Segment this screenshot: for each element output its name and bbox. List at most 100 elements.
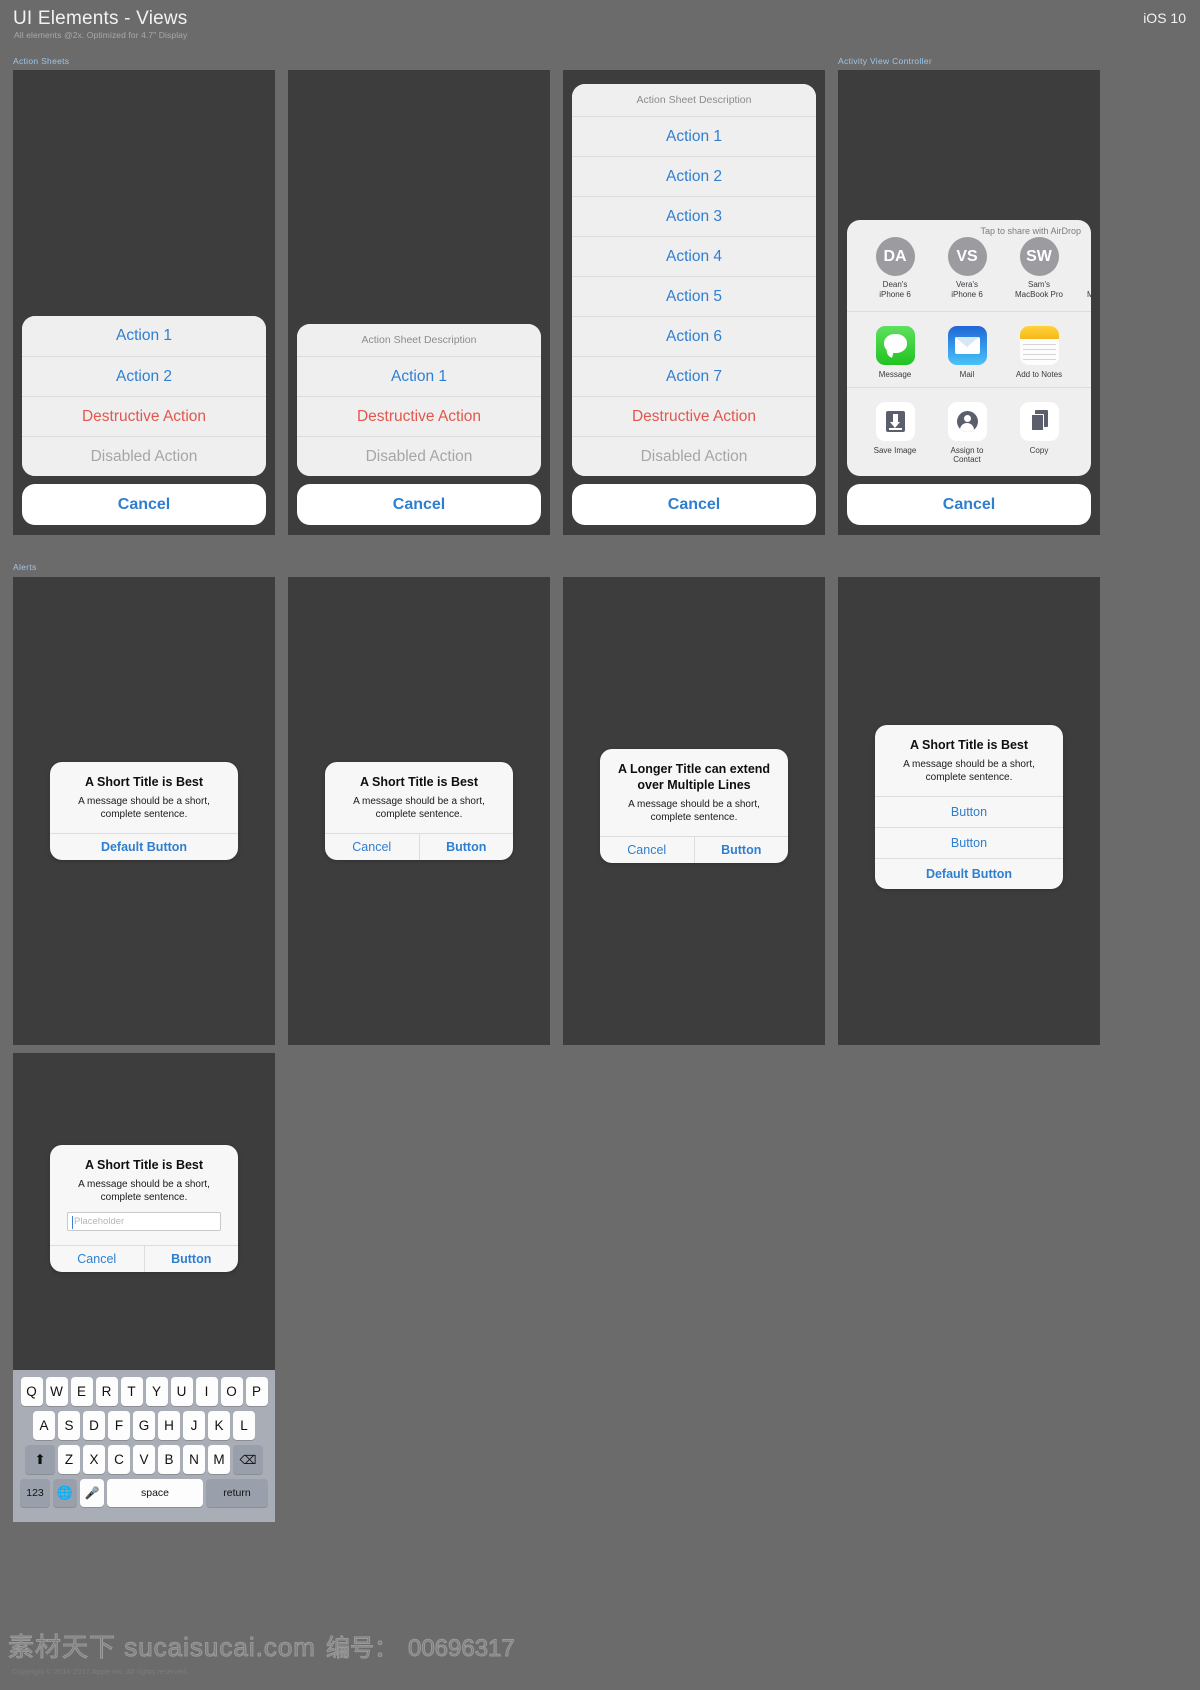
- alert-4-default-button[interactable]: Default Button: [875, 857, 1063, 889]
- alert-4-button-0[interactable]: Button: [875, 795, 1063, 827]
- key-o[interactable]: O: [220, 1377, 243, 1406]
- key-x[interactable]: X: [83, 1445, 105, 1474]
- device-alert-5: A Short Title is Best A message should b…: [13, 1053, 275, 1370]
- key-v[interactable]: V: [133, 1445, 155, 1474]
- numbers-key[interactable]: 123: [20, 1479, 50, 1507]
- activity-view-cancel-button[interactable]: Cancel: [847, 484, 1091, 525]
- airdrop-item-3[interactable]: KA Katie'sMacBook Pro: [1085, 237, 1091, 300]
- mic-icon[interactable]: 🎤: [80, 1479, 104, 1507]
- action-sheet-1-cancel-button[interactable]: Cancel: [22, 484, 266, 525]
- airdrop-item-0[interactable]: DA Dean's iPhone 6: [869, 237, 921, 300]
- globe-icon[interactable]: 🌐: [53, 1479, 77, 1507]
- key-b[interactable]: B: [158, 1445, 180, 1474]
- activity-view-controller: Tap to share with AirDrop DA Dean's iPhon…: [847, 220, 1091, 476]
- share-action-save-image[interactable]: Save Image: [869, 402, 921, 464]
- alert-5-title: A Short Title is Best: [84, 1158, 204, 1172]
- action-sheet-3-row-1[interactable]: Action 2: [572, 156, 816, 196]
- alert-4-button-1[interactable]: Button: [875, 826, 1063, 858]
- space-key[interactable]: space: [107, 1479, 203, 1507]
- key-l[interactable]: L: [233, 1411, 255, 1440]
- keyboard-row-1: Q W E R T Y U I O P: [13, 1370, 275, 1406]
- action-sheet-3-row-3[interactable]: Action 4: [572, 236, 816, 276]
- airdrop-item-1[interactable]: VS Vera's iPhone 6: [941, 237, 993, 300]
- alert-2-cancel-button[interactable]: Cancel: [325, 834, 419, 860]
- action-sheet-3-row-6[interactable]: Action 7: [572, 356, 816, 396]
- share-app-notes[interactable]: Add to Notes: [1013, 326, 1065, 379]
- action-sheet-2-cancel-button[interactable]: Cancel: [297, 484, 541, 525]
- key-r[interactable]: R: [95, 1377, 118, 1406]
- copyright-text: Copyright © 2016-2017 Apple Inc. All rig…: [12, 1667, 189, 1676]
- key-e[interactable]: E: [70, 1377, 93, 1406]
- action-sheet-2-row-0[interactable]: Action 1: [297, 356, 541, 396]
- share-action-generic[interactable]: Action: [1085, 402, 1091, 464]
- action-sheet-1-group: Action 1 Action 2 Destructive Action Dis…: [22, 316, 266, 476]
- action-sheet-1: Action 1 Action 2 Destructive Action Dis…: [22, 316, 266, 525]
- alert-3-confirm-button[interactable]: Button: [693, 836, 789, 863]
- key-w[interactable]: W: [45, 1377, 68, 1406]
- keyboard-row-4: 123 🌐 🎤 space return: [13, 1474, 275, 1507]
- alert-2-confirm-button[interactable]: Button: [418, 833, 514, 860]
- key-i[interactable]: I: [195, 1377, 218, 1406]
- key-m[interactable]: M: [208, 1445, 230, 1474]
- keyboard-row-2: A S D F G H J K L: [13, 1406, 275, 1440]
- key-u[interactable]: U: [170, 1377, 193, 1406]
- action-sheet-3-group: Action Sheet Description Action 1 Action…: [572, 84, 816, 476]
- airdrop-label-0: Dean's iPhone 6: [879, 280, 911, 299]
- share-apps-row: Message Mail Add to Notes: [847, 312, 1091, 388]
- share-action-assign-contact[interactable]: Assign to Contact: [941, 402, 993, 464]
- action-sheet-1-row-0[interactable]: Action 1: [22, 316, 266, 356]
- alert-2-title: A Short Title is Best: [359, 775, 479, 789]
- action-sheet-1-row-3: Disabled Action: [22, 436, 266, 476]
- action-sheet-1-row-2[interactable]: Destructive Action: [22, 396, 266, 436]
- share-app-mail[interactable]: Mail: [941, 326, 993, 379]
- alert-5-actions: Cancel Button: [50, 1244, 239, 1272]
- action-sheet-3-row-4[interactable]: Action 5: [572, 276, 816, 316]
- action-sheet-3-row-5[interactable]: Action 6: [572, 316, 816, 356]
- action-sheet-3-cancel-button[interactable]: Cancel: [572, 484, 816, 525]
- action-sheet-3-row-0[interactable]: Action 1: [572, 116, 816, 156]
- device-action-sheet-2: Action Sheet Description Action 1 Destru…: [288, 70, 550, 535]
- alert-5-placeholder: Placeholder: [74, 1215, 125, 1227]
- alert-5-text-field[interactable]: Placeholder: [67, 1211, 221, 1231]
- alert-4-message: A message should be a short, complete sen…: [903, 758, 1035, 783]
- key-s[interactable]: S: [58, 1411, 80, 1440]
- delete-key-icon[interactable]: ⌫: [233, 1445, 263, 1474]
- key-f[interactable]: F: [108, 1411, 130, 1440]
- action-sheet-3-description: Action Sheet Description: [572, 84, 816, 116]
- key-k[interactable]: K: [208, 1411, 230, 1440]
- on-screen-keyboard: Q W E R T Y U I O P A S D F G H J K L ⬆ …: [13, 1370, 275, 1522]
- alert-5-cancel-button[interactable]: Cancel: [50, 1246, 144, 1272]
- page-subtitle: All elements @2x. Optimized for 4.7" Dis…: [14, 30, 188, 40]
- key-z[interactable]: Z: [58, 1445, 80, 1474]
- action-sheet-3-row-7[interactable]: Destructive Action: [572, 396, 816, 436]
- share-action-copy[interactable]: Copy: [1013, 402, 1065, 464]
- key-h[interactable]: H: [158, 1411, 180, 1440]
- key-d[interactable]: D: [83, 1411, 105, 1440]
- action-sheet-3-row-2[interactable]: Action 3: [572, 196, 816, 236]
- action-sheet-2-description: Action Sheet Description: [297, 324, 541, 356]
- action-sheet-1-row-1[interactable]: Action 2: [22, 356, 266, 396]
- key-y[interactable]: Y: [145, 1377, 168, 1406]
- key-p[interactable]: P: [245, 1377, 268, 1406]
- key-g[interactable]: G: [133, 1411, 155, 1440]
- share-app-message[interactable]: Message: [869, 326, 921, 379]
- watermark-number: 00696317: [407, 1635, 515, 1663]
- action-sheet-2-row-1[interactable]: Destructive Action: [297, 396, 541, 436]
- share-app-application[interactable]: Application: [1085, 326, 1091, 379]
- alert-1-default-button[interactable]: Default Button: [50, 834, 238, 860]
- key-a[interactable]: A: [33, 1411, 55, 1440]
- return-key[interactable]: return: [206, 1479, 268, 1507]
- key-n[interactable]: N: [183, 1445, 205, 1474]
- key-c[interactable]: C: [108, 1445, 130, 1474]
- share-action-label-3: Action: [1085, 446, 1091, 455]
- alert-5-confirm-button[interactable]: Button: [143, 1245, 239, 1272]
- alert-3-cancel-button[interactable]: Cancel: [600, 837, 694, 863]
- key-j[interactable]: J: [183, 1411, 205, 1440]
- shift-key-icon[interactable]: ⬆: [25, 1445, 55, 1474]
- key-q[interactable]: Q: [20, 1377, 43, 1406]
- watermark-number-label: 编号：: [325, 1635, 398, 1663]
- airdrop-item-2[interactable]: SW Sam's MacBook Pro: [1013, 237, 1065, 300]
- device-action-sheet-1: Action 1 Action 2 Destructive Action Dis…: [13, 70, 275, 535]
- share-app-label-0: Message: [878, 370, 912, 379]
- key-t[interactable]: T: [120, 1377, 143, 1406]
